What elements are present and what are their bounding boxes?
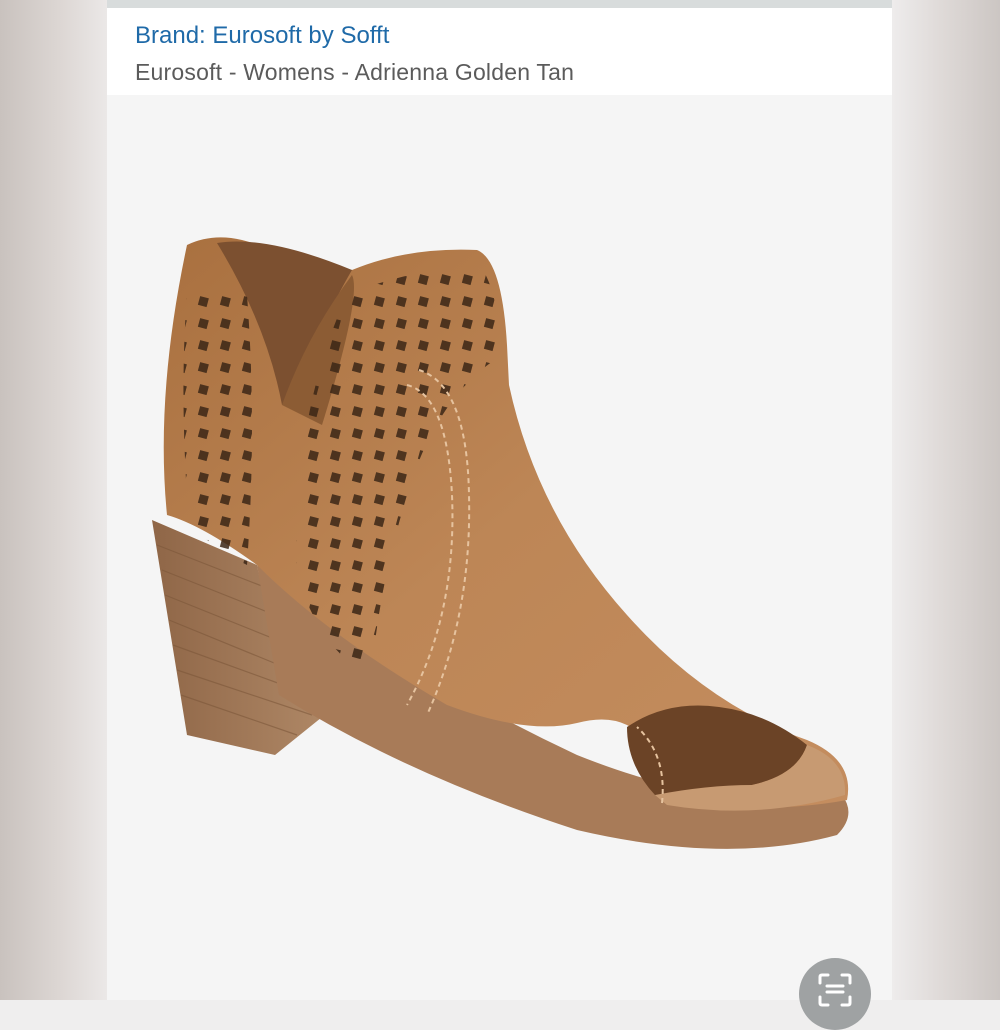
lens-scan-icon	[818, 973, 852, 1007]
visual-search-button[interactable]	[799, 958, 871, 1030]
shoe-illustration	[152, 237, 849, 849]
brand-link[interactable]: Brand: Eurosoft by Sofft	[135, 22, 389, 50]
product-title: Eurosoft - Womens - Adrienna Golden Tan	[135, 59, 575, 85]
left-backdrop	[0, 0, 107, 1000]
top-bar	[107, 0, 892, 8]
right-backdrop	[892, 0, 1000, 1000]
product-card: Brand: Eurosoft by Sofft Eurosoft - Wome…	[107, 0, 892, 1000]
product-header: Brand: Eurosoft by Sofft Eurosoft - Wome…	[107, 8, 892, 95]
product-image[interactable]	[107, 95, 892, 1000]
